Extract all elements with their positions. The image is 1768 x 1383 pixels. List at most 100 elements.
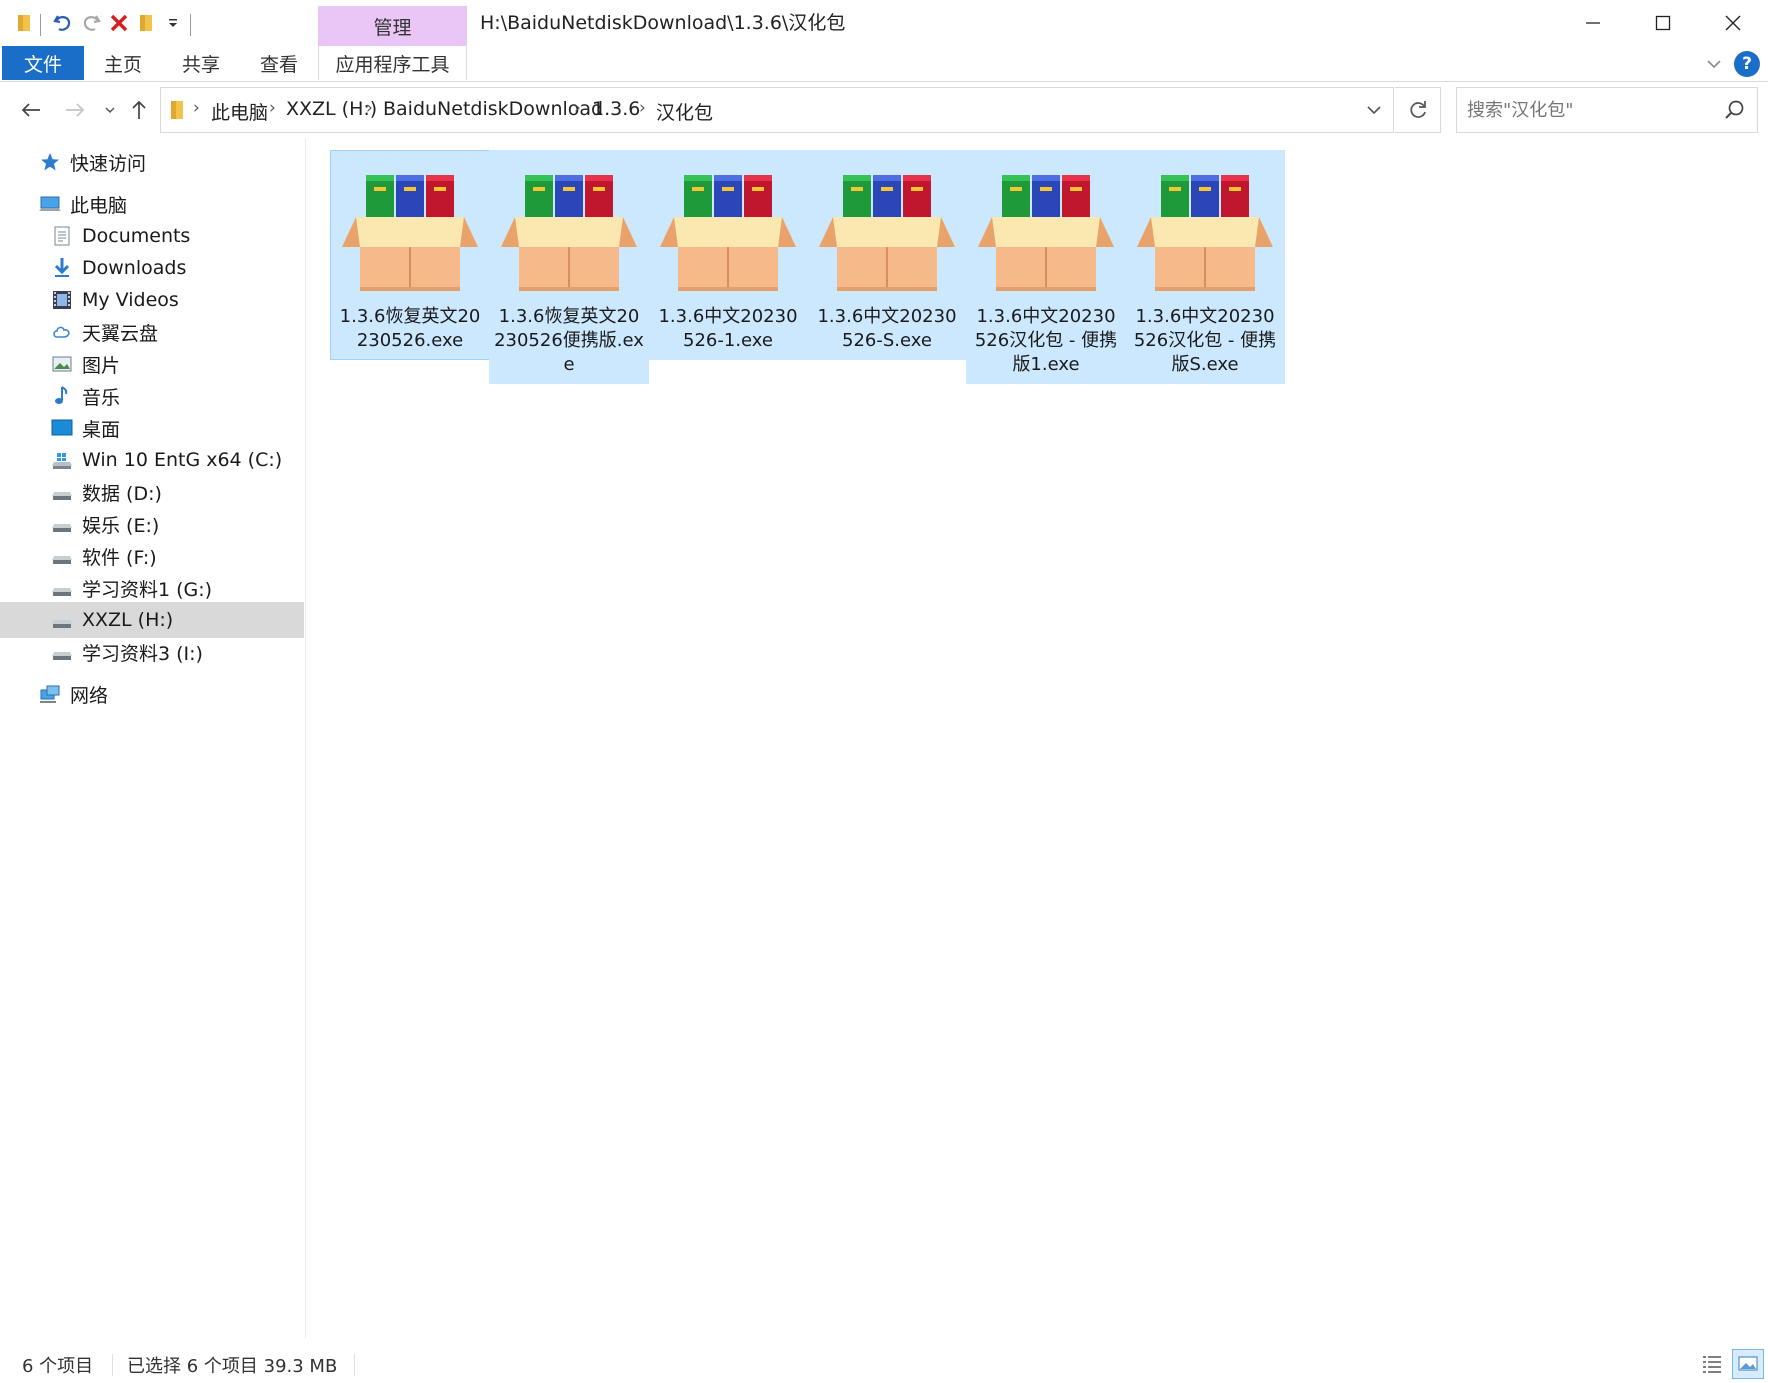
installer-package-icon	[660, 175, 796, 291]
sidebar-item-label: Documents	[82, 225, 191, 247]
breadcrumb-chevron-icon[interactable]: ›	[366, 98, 373, 118]
close-button[interactable]	[1698, 0, 1768, 46]
sidebar-item-music[interactable]: 音乐	[0, 378, 304, 414]
sidebar-item-drive-c[interactable]: Win 10 EntG x64 (C:)	[0, 442, 304, 478]
expand-ribbon-icon[interactable]	[1704, 54, 1724, 74]
minimize-button[interactable]	[1558, 0, 1628, 46]
folder-icon	[169, 99, 187, 125]
back-button[interactable]	[16, 96, 46, 124]
videos-icon	[53, 291, 71, 309]
breadcrumb-chevron-icon[interactable]: ›	[193, 98, 200, 118]
file-item[interactable]: 1.3.6恢复英文20230526便携版.exe	[489, 150, 649, 384]
breadcrumb-chevron-icon[interactable]: ›	[574, 98, 581, 118]
installer-package-icon	[501, 175, 637, 291]
sidebar-item-label: 学习资料1 (G:)	[82, 578, 213, 601]
file-item[interactable]: 1.3.6中文20230526汉化包 - 便携版1.exe	[966, 150, 1126, 384]
drive-icon	[52, 652, 72, 660]
breadcrumb-chevron-icon[interactable]: ›	[639, 98, 646, 118]
breadcrumb-current-folder[interactable]: 汉化包	[656, 98, 713, 125]
title-bar: 管理 H:\BaiduNetdiskDownload\1.3.6\汉化包	[0, 0, 1768, 46]
breadcrumb-drive-h[interactable]: XXZL (H:)	[286, 98, 377, 120]
sidebar-item-my-videos[interactable]: My Videos	[0, 282, 304, 318]
sidebar-item-drive-d[interactable]: 数据 (D:)	[0, 474, 304, 510]
tab-home[interactable]: 主页	[88, 46, 158, 80]
tab-view[interactable]: 查看	[244, 46, 314, 80]
sidebar-item-drive-h[interactable]: XXZL (H:)	[0, 602, 304, 638]
file-item[interactable]: 1.3.6中文20230526-S.exe	[807, 150, 967, 360]
search-icon[interactable]	[1723, 98, 1747, 122]
installer-package-icon	[1137, 175, 1273, 291]
sidebar-item-downloads[interactable]: Downloads	[0, 250, 304, 286]
tab-share[interactable]: 共享	[166, 46, 236, 80]
item-count: 6 个项目	[22, 1356, 94, 1377]
manage-tab[interactable]: 管理	[318, 6, 467, 46]
tab-file[interactable]: 文件	[2, 46, 84, 80]
help-icon[interactable]: ?	[1734, 51, 1760, 77]
toolbar-separator	[190, 14, 191, 36]
address-history-chevron-icon[interactable]	[1365, 101, 1383, 123]
star-icon	[41, 153, 59, 171]
drive-icon	[52, 620, 72, 628]
status-separator	[354, 1354, 355, 1376]
sidebar-item-quick-access[interactable]: 快速访问	[0, 144, 304, 180]
address-bar[interactable]: › 此电脑 › XXZL (H:) › BaiduNetdiskDownload…	[160, 87, 1394, 133]
status-separator	[112, 1354, 113, 1376]
sidebar-item-label: XXZL (H:)	[82, 609, 174, 631]
sidebar-item-label: 娱乐 (E:)	[82, 514, 160, 537]
large-icons-view-icon	[1738, 1356, 1758, 1371]
file-item[interactable]: 1.3.6中文20230526-1.exe	[648, 150, 808, 360]
tab-application-tools[interactable]: 应用程序工具	[318, 46, 467, 80]
maximize-icon	[1655, 15, 1671, 31]
customize-toolbar-icon[interactable]	[162, 9, 184, 37]
up-button[interactable]	[126, 96, 152, 124]
refresh-button[interactable]	[1395, 87, 1441, 133]
sidebar-item-label: 数据 (D:)	[82, 482, 162, 505]
windows-drive-icon	[52, 453, 72, 469]
file-item[interactable]: 1.3.6恢复英文20230526.exe	[330, 150, 490, 360]
redo-icon[interactable]	[78, 9, 104, 37]
sidebar-item-network[interactable]: 网络	[0, 676, 304, 712]
sidebar-item-desktop[interactable]: 桌面	[0, 410, 304, 446]
music-icon	[55, 386, 68, 404]
maximize-button[interactable]	[1628, 0, 1698, 46]
sidebar-item-drive-g[interactable]: 学习资料1 (G:)	[0, 570, 304, 606]
forward-button[interactable]	[60, 96, 90, 124]
breadcrumb-1-3-6[interactable]: 1.3.6	[592, 98, 640, 120]
file-name: 1.3.6中文20230526汉化包 - 便携版S.exe	[1133, 306, 1277, 375]
sidebar-item-label: 图片	[82, 354, 121, 377]
documents-icon	[54, 226, 70, 246]
sidebar-item-label: My Videos	[82, 289, 179, 311]
details-view-icon	[1703, 1356, 1721, 1373]
search-box[interactable]	[1456, 87, 1758, 133]
sidebar-item-label: 桌面	[82, 418, 121, 441]
sidebar-item-drive-f[interactable]: 软件 (F:)	[0, 538, 304, 574]
breadcrumb-baidunetdiskdownload[interactable]: BaiduNetdiskDownload	[383, 98, 603, 120]
forward-arrow-icon	[66, 103, 85, 117]
close-icon	[1725, 15, 1741, 31]
new-folder-icon[interactable]	[134, 9, 160, 37]
file-name: 1.3.6中文20230526-S.exe	[817, 306, 957, 351]
sidebar-item-this-pc[interactable]: 此电脑	[0, 186, 304, 222]
ribbon-tabs: 文件 主页 共享 查看 应用程序工具 ?	[0, 46, 1768, 82]
undo-icon[interactable]	[50, 9, 76, 37]
delete-icon[interactable]	[106, 9, 132, 37]
details-view-button[interactable]	[1696, 1349, 1728, 1379]
sidebar-item-drive-e[interactable]: 娱乐 (E:)	[0, 506, 304, 542]
sidebar-item-drive-i[interactable]: 学习资料3 (I:)	[0, 634, 304, 670]
file-item[interactable]: 1.3.6中文20230526汉化包 - 便携版S.exe	[1125, 150, 1285, 384]
recent-locations-button[interactable]	[100, 96, 120, 124]
sidebar-item-tianyi-cloud[interactable]: 天翼云盘	[0, 314, 304, 350]
sidebar-item-pictures[interactable]: 图片	[0, 346, 304, 382]
sidebar-item-documents[interactable]: Documents	[0, 218, 304, 254]
navigation-pane: 快速访问 此电脑 Documents Downloads My Videos 天…	[0, 138, 306, 1338]
search-input[interactable]	[1467, 96, 1707, 124]
status-bar: 6 个项目 已选择 6 个项目 39.3 MB	[0, 1348, 1768, 1383]
breadcrumb-chevron-icon[interactable]: ›	[269, 98, 276, 118]
breadcrumb-this-pc[interactable]: 此电脑	[211, 98, 268, 125]
drive-icon	[52, 588, 72, 596]
file-name: 1.3.6恢复英文20230526便携版.exe	[494, 306, 644, 375]
large-icons-view-button[interactable]	[1732, 1349, 1764, 1379]
selection-summary: 已选择 6 个项目 39.3 MB	[127, 1356, 338, 1377]
computer-icon	[39, 196, 61, 211]
minimize-icon	[1586, 22, 1600, 24]
